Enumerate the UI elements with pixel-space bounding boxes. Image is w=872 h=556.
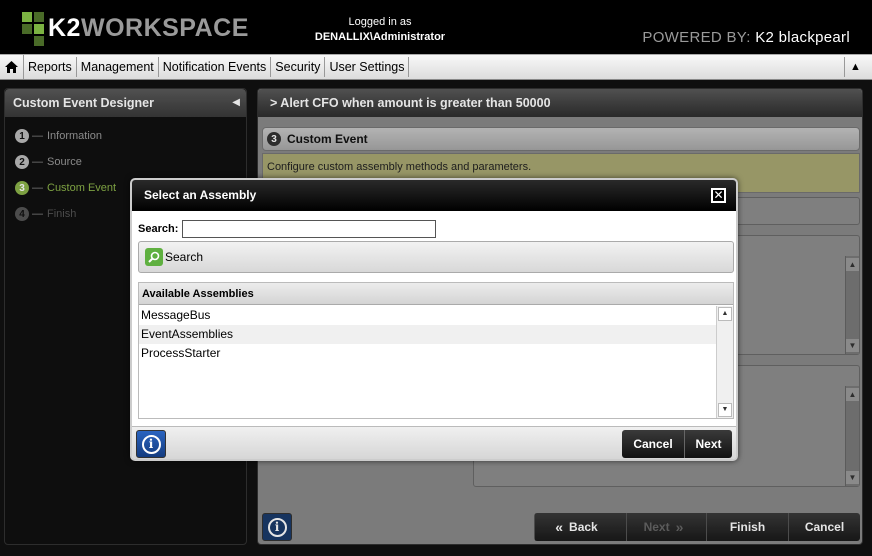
- scroll-up-icon[interactable]: ▲: [718, 307, 732, 321]
- dialog-next-button[interactable]: Next: [684, 430, 732, 458]
- assembly-list: Available Assemblies MessageBus EventAss…: [138, 282, 734, 419]
- search-row: Search:: [138, 220, 436, 238]
- powered-label: POWERED BY:: [642, 29, 751, 46]
- search-button-label: Search: [165, 250, 204, 264]
- dialog-title-bar: Select an Assembly ✕: [132, 180, 736, 211]
- logged-in-label: Logged in as: [348, 16, 412, 28]
- magnifier-icon: [145, 248, 163, 266]
- menu-notification-events[interactable]: Notification Events: [159, 57, 272, 77]
- dialog-cancel-button[interactable]: Cancel: [622, 430, 684, 458]
- login-info: Logged in as DENALLIX\Administrator: [300, 15, 460, 45]
- menu-management[interactable]: Management: [77, 57, 159, 77]
- k2-workspace-logo: K2WORKSPACE: [20, 10, 249, 46]
- list-item[interactable]: MessageBus: [139, 306, 717, 325]
- search-label: Search:: [138, 223, 179, 235]
- list-item[interactable]: EventAssemblies: [139, 325, 717, 344]
- dialog-buttons: Cancel Next: [622, 430, 732, 458]
- dialog-footer: i Cancel Next: [132, 426, 736, 459]
- menu-reports[interactable]: Reports: [24, 57, 77, 77]
- main-menu-bar: Reports Management Notification Events S…: [0, 54, 872, 80]
- menu-user-settings[interactable]: User Settings: [325, 57, 410, 77]
- list-header: Available Assemblies: [139, 283, 733, 305]
- list-scrollbar[interactable]: ▲ ▼: [716, 306, 733, 418]
- list-item[interactable]: ProcessStarter: [139, 344, 717, 363]
- collapse-up-icon[interactable]: ▲: [844, 57, 866, 77]
- search-button[interactable]: Search: [138, 241, 734, 273]
- close-icon[interactable]: ✕: [711, 188, 726, 203]
- dialog-title: Select an Assembly: [144, 188, 257, 202]
- logo-squares-icon: [20, 10, 46, 46]
- powered-by: POWERED BY: K2 blackpearl: [642, 29, 850, 46]
- logged-in-user: DENALLIX\Administrator: [314, 31, 446, 43]
- select-assembly-dialog: Select an Assembly ✕ Search: Search Avai…: [130, 178, 738, 461]
- logo-workspace: WORKSPACE: [80, 13, 249, 42]
- app-header: K2WORKSPACE Logged in as DENALLIX\Admini…: [0, 0, 872, 54]
- menu-security[interactable]: Security: [271, 57, 326, 77]
- logo-k2: K2: [48, 13, 81, 42]
- scroll-down-icon[interactable]: ▼: [718, 403, 732, 417]
- list-body: MessageBus EventAssemblies ProcessStarte…: [139, 306, 717, 418]
- powered-brand: K2 blackpearl: [755, 29, 850, 46]
- dialog-info-button[interactable]: i: [136, 430, 166, 458]
- info-icon: i: [141, 434, 161, 454]
- home-icon[interactable]: [0, 55, 24, 79]
- search-input[interactable]: [182, 220, 436, 238]
